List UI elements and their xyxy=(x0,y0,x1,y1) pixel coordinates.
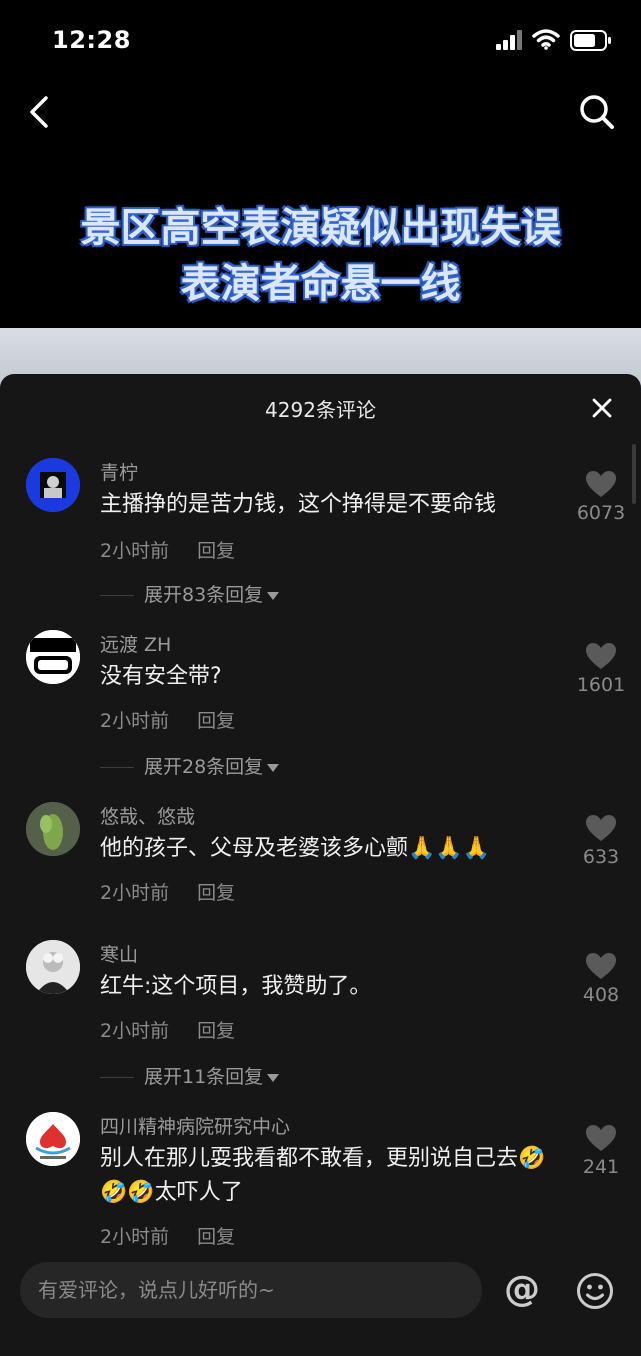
comment-text: 红牛:这个项目，我赞助了。 xyxy=(100,974,372,999)
expand-replies-label: 展开11条回复 xyxy=(144,1066,264,1088)
reply-button[interactable]: 回复 xyxy=(197,710,235,732)
comment-item: 悠哉、悠哉 他的孩子、父母及老婆该多心颤🙏🙏🙏 2小时前 回复 633 xyxy=(0,802,641,912)
heart-icon xyxy=(586,953,616,979)
comment-text: 别人在那儿耍我看都不敢看，更别说自己去🤣🤣🤣太吓人了 xyxy=(100,1146,546,1205)
comments-sheet: 4292条评论 青柠 主播挣的是苦力钱，这个挣得是不要命钱 2小时前 回复 607… xyxy=(0,374,641,1356)
reply-button[interactable]: 回复 xyxy=(197,882,235,904)
comment-count: 4292条评论 xyxy=(265,398,376,422)
comment-time: 2小时前 xyxy=(100,710,170,732)
search-icon[interactable] xyxy=(578,92,616,132)
like-button[interactable]: 1601 xyxy=(570,642,632,696)
video-title: 景区高空表演疑似出现失误 表演者命悬一线 xyxy=(0,200,641,312)
comment-text: 主播挣的是苦力钱，这个挣得是不要命钱 xyxy=(100,492,497,517)
avatar-image xyxy=(26,630,80,684)
mention-button[interactable]: @ xyxy=(504,1270,540,1310)
heart-icon xyxy=(586,815,616,841)
avatar-image xyxy=(26,940,80,994)
avatar[interactable] xyxy=(26,1112,80,1166)
comment-username[interactable]: 远渡 ZH xyxy=(100,630,171,657)
reply-button[interactable]: 回复 xyxy=(197,1226,235,1248)
comment-time: 2小时前 xyxy=(100,1226,170,1248)
heart-icon xyxy=(586,1125,616,1151)
expand-replies-button[interactable]: 展开83条回复 xyxy=(100,580,280,607)
expand-replies-button[interactable]: 展开28条回复 xyxy=(100,752,280,779)
like-button[interactable]: 6073 xyxy=(570,470,632,524)
like-button[interactable]: 241 xyxy=(570,1124,632,1178)
avatar-image xyxy=(26,802,80,856)
emoji-icon[interactable] xyxy=(576,1272,614,1310)
comment-username[interactable]: 四川精神病院研究中心 xyxy=(100,1112,290,1139)
like-count: 6073 xyxy=(576,502,626,524)
expand-replies-button[interactable]: 展开11条回复 xyxy=(100,1062,280,1089)
divider xyxy=(100,595,134,596)
video-title-line1: 景区高空表演疑似出现失误 xyxy=(80,205,561,251)
comment-meta: 2小时前 回复 xyxy=(100,878,263,905)
heart-icon xyxy=(586,643,616,669)
caret-down-icon xyxy=(267,763,280,772)
comment-input-bar: 有爱评论，说点儿好听的~ @ xyxy=(0,1250,641,1356)
expand-replies-label: 展开28条回复 xyxy=(144,756,264,778)
comment-item: 寒山 红牛:这个项目，我赞助了。 2小时前 回复 408 展开11条回复 xyxy=(0,940,641,1090)
close-icon[interactable] xyxy=(590,396,614,420)
avatar-image xyxy=(26,1112,80,1166)
top-nav xyxy=(0,82,641,142)
like-count: 1601 xyxy=(576,674,626,696)
like-count: 633 xyxy=(582,846,620,868)
like-button[interactable]: 633 xyxy=(570,814,632,868)
comment-meta: 2小时前 回复 xyxy=(100,706,263,733)
divider xyxy=(100,1077,134,1078)
comment-username[interactable]: 寒山 xyxy=(100,940,138,967)
cellular-signal-icon xyxy=(496,30,522,50)
avatar[interactable] xyxy=(26,940,80,994)
reply-button[interactable]: 回复 xyxy=(197,540,235,562)
comment-time: 2小时前 xyxy=(100,882,170,904)
expand-replies-label: 展开83条回复 xyxy=(144,584,264,606)
comment-username[interactable]: 悠哉、悠哉 xyxy=(100,802,195,829)
comment-meta: 2小时前 回复 xyxy=(100,1222,263,1249)
status-time: 12:28 xyxy=(52,26,131,54)
caret-down-icon xyxy=(267,1073,280,1082)
avatar[interactable] xyxy=(26,630,80,684)
like-count: 241 xyxy=(582,1156,620,1178)
chevron-left-icon[interactable] xyxy=(26,92,52,132)
avatar-image xyxy=(26,458,80,512)
comment-meta: 2小时前 回复 xyxy=(100,1016,263,1043)
avatar[interactable] xyxy=(26,802,80,856)
comment-text: 没有安全带? xyxy=(100,664,222,689)
video-title-line2: 表演者命悬一线 xyxy=(180,261,461,307)
avatar[interactable] xyxy=(26,458,80,512)
comments-header: 4292条评论 xyxy=(0,374,641,440)
comment-time: 2小时前 xyxy=(100,1020,170,1042)
reply-button[interactable]: 回复 xyxy=(197,1020,235,1042)
status-bar: 12:28 xyxy=(0,0,641,80)
battery-icon xyxy=(570,30,611,51)
comment-meta: 2小时前 回复 xyxy=(100,536,263,563)
like-button[interactable]: 408 xyxy=(570,952,632,1006)
heart-icon xyxy=(586,471,616,497)
comment-input[interactable]: 有爱评论，说点儿好听的~ xyxy=(20,1262,482,1318)
comment-text: 他的孩子、父母及老婆该多心颤🙏🙏🙏 xyxy=(100,836,491,861)
comment-username[interactable]: 青柠 xyxy=(100,458,138,485)
divider xyxy=(100,767,134,768)
comment-item: 四川精神病院研究中心 别人在那儿耍我看都不敢看，更别说自己去🤣🤣🤣太吓人了 2小… xyxy=(0,1112,641,1262)
wifi-icon xyxy=(532,29,560,50)
comment-item: 青柠 主播挣的是苦力钱，这个挣得是不要命钱 2小时前 回复 6073 展开83条回… xyxy=(0,458,641,608)
comment-time: 2小时前 xyxy=(100,540,170,562)
caret-down-icon xyxy=(267,591,280,600)
like-count: 408 xyxy=(582,984,620,1006)
comment-item: 远渡 ZH 没有安全带? 2小时前 回复 1601 展开28条回复 xyxy=(0,630,641,780)
